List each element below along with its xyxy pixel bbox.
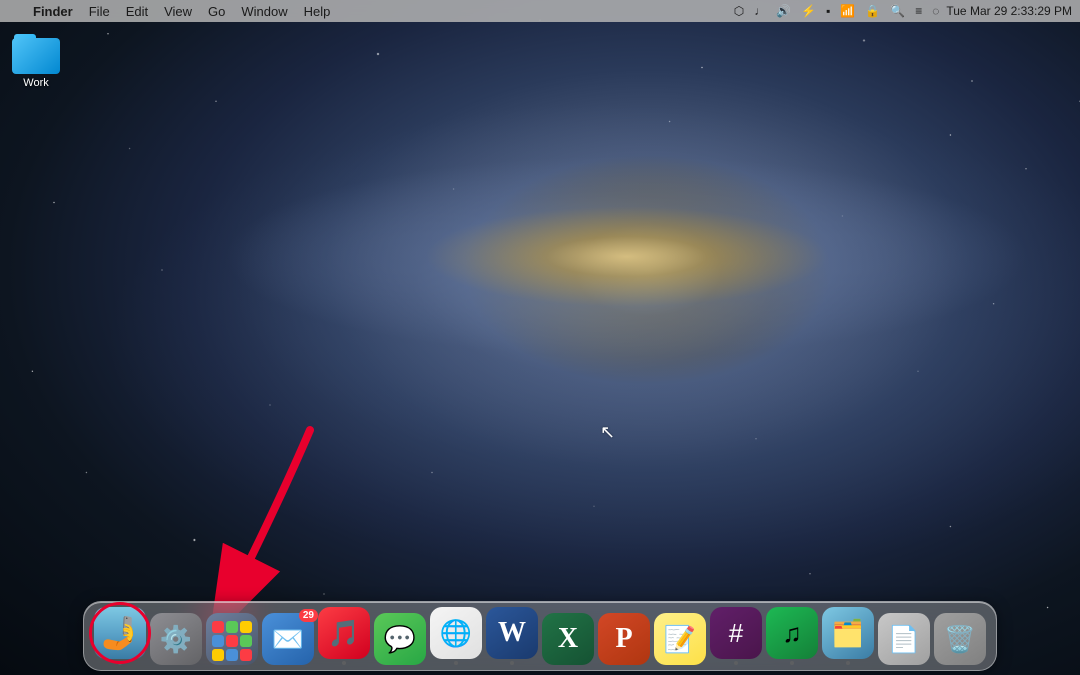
music-icon: 🎵 (318, 607, 370, 659)
mail-badge: 29 (299, 609, 318, 622)
dock-dot-spotify (790, 661, 794, 665)
galaxy-overlay (0, 0, 1080, 675)
search-icon[interactable]: 🔍 (887, 4, 908, 18)
menubar-window[interactable]: Window (234, 0, 294, 22)
vpn-icon[interactable]: 🔒 (862, 4, 883, 18)
menubar: Finder File Edit View Go Window Help ⬡ ♩… (0, 0, 1080, 22)
time-machine-icon[interactable]: ◌ (929, 4, 942, 18)
bluetooth-icon[interactable]: ⚡ (798, 4, 819, 18)
dock-dot-finder-files (846, 661, 850, 665)
dock-dot-slack (734, 661, 738, 665)
dropbox-icon[interactable]: ⬡ (731, 4, 747, 18)
finder-dock-icon: 🤳 (94, 607, 146, 659)
trash-icon: 🗑️ (934, 613, 986, 665)
folder-icon (12, 34, 60, 74)
quicklook-icon: 📄 (878, 613, 930, 665)
dock-item-messages[interactable]: 💬 (374, 613, 426, 665)
audio-icon[interactable]: ♩ (751, 4, 769, 18)
dock-dot-chrome (454, 661, 458, 665)
volume-icon[interactable]: 🔊 (773, 4, 794, 18)
dock-item-powerpoint[interactable]: P (598, 613, 650, 665)
menubar-edit[interactable]: Edit (119, 0, 155, 22)
messages-icon: 💬 (374, 613, 426, 665)
dock-item-finder[interactable]: 🤳 (94, 607, 146, 665)
dock-dot-music (342, 661, 346, 665)
dock-item-chrome[interactable]: 🌐 (430, 607, 482, 665)
desktop: Finder File Edit View Go Window Help ⬡ ♩… (0, 0, 1080, 675)
battery-icon[interactable]: ▪ (823, 4, 833, 18)
menubar-go[interactable]: Go (201, 0, 232, 22)
finder-highlight-ring (89, 602, 151, 664)
notification-icon[interactable]: ≡ (912, 4, 925, 18)
menubar-view[interactable]: View (157, 0, 199, 22)
apple-menu[interactable] (8, 0, 24, 22)
mail-icon: ✉️ 29 (262, 613, 314, 665)
dock-item-quicklook[interactable]: 📄 (878, 613, 930, 665)
spotify-icon: ♫ (766, 607, 818, 659)
work-folder[interactable]: Work (8, 30, 64, 93)
dock-item-music[interactable]: 🎵 (318, 607, 370, 665)
word-icon: W (486, 607, 538, 659)
menubar-left: Finder File Edit View Go Window Help (8, 0, 337, 22)
system-prefs-icon: ⚙️ (150, 613, 202, 665)
menubar-app-name[interactable]: Finder (26, 0, 80, 22)
launchpad-icon (206, 613, 258, 665)
finder-files-icon: 🗂️ (822, 607, 874, 659)
chrome-icon: 🌐 (430, 607, 482, 659)
dock-item-launchpad[interactable] (206, 613, 258, 665)
notes-icon: 📝 (654, 613, 706, 665)
dock-item-trash[interactable]: 🗑️ (934, 613, 986, 665)
dock-item-system-prefs[interactable]: ⚙️ (150, 613, 202, 665)
dock-container: 🤳 ⚙️ (83, 601, 997, 671)
excel-icon: X (542, 613, 594, 665)
folder-body (12, 38, 60, 74)
slack-icon: # (710, 607, 762, 659)
dock-item-finder-files[interactable]: 🗂️ (822, 607, 874, 665)
powerpoint-icon: P (598, 613, 650, 665)
folder-label: Work (23, 77, 48, 89)
dock-item-notes[interactable]: 📝 (654, 613, 706, 665)
dock-item-mail[interactable]: ✉️ 29 (262, 613, 314, 665)
menubar-datetime: Tue Mar 29 2:33:29 PM (946, 4, 1072, 18)
dock-item-excel[interactable]: X (542, 613, 594, 665)
menubar-right: ⬡ ♩ 🔊 ⚡ ▪ 📶 🔒 🔍 ≡ ◌ Tue Mar 29 2:33:29 P… (731, 4, 1072, 18)
dock-dot-word (510, 661, 514, 665)
menubar-file[interactable]: File (82, 0, 117, 22)
dock-item-slack[interactable]: # (710, 607, 762, 665)
dock-item-spotify[interactable]: ♫ (766, 607, 818, 665)
dock-item-word[interactable]: W (486, 607, 538, 665)
menubar-help[interactable]: Help (297, 0, 338, 22)
wifi-icon[interactable]: 📶 (837, 4, 858, 18)
dock: 🤳 ⚙️ (83, 601, 997, 671)
